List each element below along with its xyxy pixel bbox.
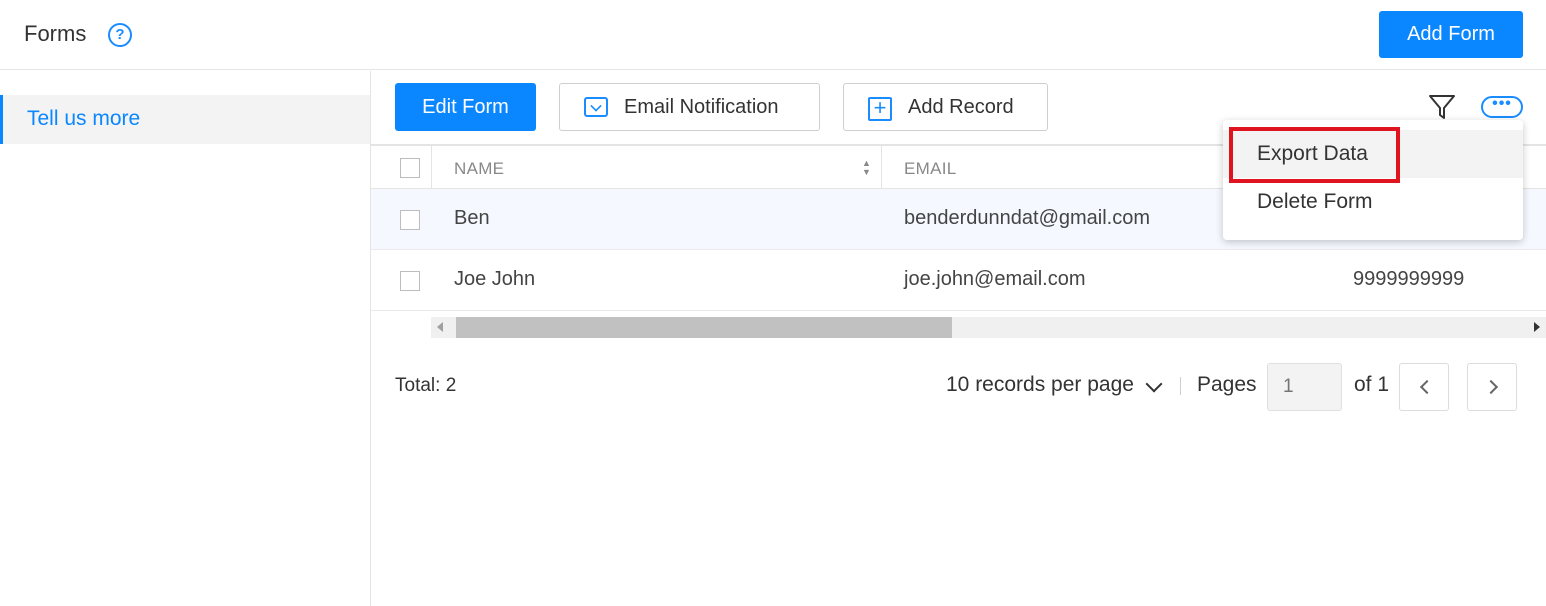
divider	[1180, 377, 1181, 395]
row-checkbox[interactable]	[400, 210, 420, 230]
cell-name: Ben	[454, 207, 490, 229]
menu-item-delete-form[interactable]: Delete Form	[1223, 178, 1523, 226]
column-divider	[881, 146, 882, 190]
horizontal-scrollbar[interactable]	[431, 317, 1546, 338]
next-page-button[interactable]	[1467, 363, 1517, 411]
table-row[interactable]: Joe John joe.john@email.com 9999999999	[371, 250, 1546, 311]
sidebar-item-tell-us-more[interactable]: Tell us more	[0, 95, 370, 144]
previous-page-button[interactable]	[1399, 363, 1449, 411]
column-header-name[interactable]: NAME	[454, 159, 504, 179]
scroll-right-arrow-icon[interactable]	[1534, 322, 1540, 332]
add-record-label: Add Record	[908, 96, 1014, 118]
scroll-left-arrow-icon[interactable]	[437, 322, 443, 332]
add-form-button[interactable]: Add Form	[1379, 11, 1523, 58]
page-title: Forms	[24, 21, 87, 46]
total-count: Total: 2	[395, 375, 457, 396]
chevron-left-icon	[1419, 379, 1435, 395]
page-header: Forms ? Add Form	[0, 0, 1546, 70]
plus-square-icon: +	[868, 97, 892, 121]
page-total-label: of 1	[1354, 373, 1390, 396]
page-number-input[interactable]	[1267, 363, 1342, 411]
menu-item-label: Delete Form	[1257, 190, 1373, 213]
filter-icon[interactable]	[1428, 93, 1456, 121]
cell-name: Joe John	[454, 268, 536, 290]
column-header-email[interactable]: EMAIL	[904, 159, 957, 179]
scrollbar-thumb[interactable]	[456, 317, 952, 338]
sort-icon[interactable]: ▲ ▼	[862, 159, 871, 177]
sidebar-item-label: Tell us more	[27, 107, 141, 130]
edit-form-button[interactable]: Edit Form	[395, 83, 536, 131]
more-options-icon[interactable]: •••	[1481, 96, 1523, 118]
chevron-right-icon	[1483, 379, 1499, 395]
add-record-button[interactable]: + Add Record	[843, 83, 1048, 131]
row-checkbox[interactable]	[400, 271, 420, 291]
records-per-page-select[interactable]: 10 records per page	[946, 373, 1134, 397]
cell-email: joe.john@email.com	[904, 268, 1086, 290]
chevron-down-icon[interactable]	[1145, 375, 1163, 393]
help-icon[interactable]: ?	[108, 23, 132, 47]
pages-label: Pages	[1197, 373, 1257, 396]
select-all-checkbox[interactable]	[400, 158, 420, 178]
highlight-annotation-box	[1229, 127, 1400, 183]
envelope-icon	[584, 97, 608, 117]
email-notification-button[interactable]: Email Notification	[559, 83, 820, 131]
column-divider	[431, 146, 432, 190]
email-notification-label: Email Notification	[624, 96, 779, 118]
cell-email: benderdunndat@gmail.com	[904, 207, 1151, 229]
sidebar: Tell us more	[0, 71, 371, 606]
cell-phone: 9999999999	[1353, 268, 1465, 290]
